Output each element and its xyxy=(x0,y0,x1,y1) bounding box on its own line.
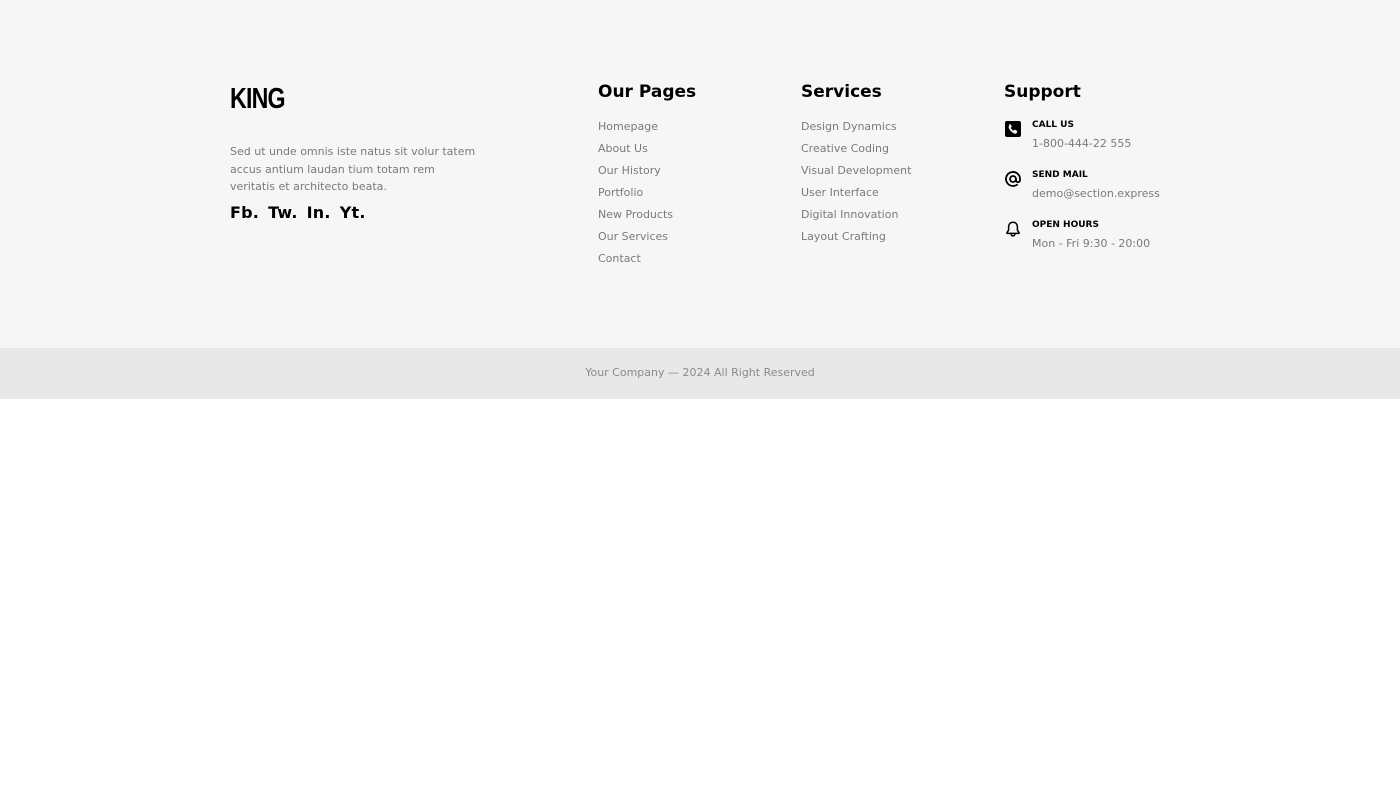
brand-logo[interactable]: KING xyxy=(230,84,286,114)
copyright-bar: Your Company — 2024 All Right Reserved xyxy=(0,348,1400,399)
social-link-youtube[interactable]: Yt. xyxy=(340,203,366,222)
pages-link-contact[interactable]: Contact xyxy=(598,252,641,265)
pages-link-portfolio[interactable]: Portfolio xyxy=(598,186,643,199)
email-address[interactable]: demo@section.express xyxy=(1032,187,1160,200)
pages-link-our-history[interactable]: Our History xyxy=(598,164,661,177)
services-title: Services xyxy=(801,82,882,102)
pages-link-our-services[interactable]: Our Services xyxy=(598,230,668,243)
social-link-twitter[interactable]: Tw. xyxy=(268,203,298,222)
services-link-digital-innovation[interactable]: Digital Innovation xyxy=(801,208,898,221)
copyright-text: Your Company — 2024 All Right Reserved xyxy=(585,366,815,379)
services-links: Design Dynamics Creative Coding Visual D… xyxy=(801,117,911,249)
phone-number[interactable]: 1-800-444-22 555 xyxy=(1032,137,1131,150)
services-link-visual-development[interactable]: Visual Development xyxy=(801,164,911,177)
send-mail-label: SEND MAIL xyxy=(1032,170,1088,180)
brand-description: Sed ut unde omnis iste natus sit volur t… xyxy=(230,145,476,193)
pages-links: Homepage About Us Our History Portfolio … xyxy=(598,117,673,271)
call-us-label: CALL US xyxy=(1032,120,1074,130)
support-item-hours: OPEN HOURS Mon - Fri 9:30 - 20:00 xyxy=(1004,218,1224,258)
services-link-creative-coding[interactable]: Creative Coding xyxy=(801,142,889,155)
phone-icon xyxy=(1004,120,1022,138)
pages-title: Our Pages xyxy=(598,82,697,102)
support-item-mail[interactable]: SEND MAIL demo@section.express xyxy=(1004,168,1224,208)
support-item-call[interactable]: CALL US 1-800-444-22 555 xyxy=(1004,118,1224,158)
site-footer: KING Sed ut unde omnis iste natus sit vo… xyxy=(0,0,1400,348)
opening-hours: Mon - Fri 9:30 - 20:00 xyxy=(1032,237,1151,250)
social-links: Fb. Tw. In. Yt. xyxy=(230,203,366,222)
pages-link-about-us[interactable]: About Us xyxy=(598,142,648,155)
bell-icon xyxy=(1004,220,1022,238)
services-link-user-interface[interactable]: User Interface xyxy=(801,186,879,199)
pages-link-new-products[interactable]: New Products xyxy=(598,208,673,221)
open-hours-label: OPEN HOURS xyxy=(1032,220,1099,230)
services-link-layout-crafting[interactable]: Layout Crafting xyxy=(801,230,886,243)
social-link-facebook[interactable]: Fb. xyxy=(230,203,259,222)
services-link-design-dynamics[interactable]: Design Dynamics xyxy=(801,120,897,133)
social-link-linkedin[interactable]: In. xyxy=(307,203,331,222)
support-title: Support xyxy=(1004,82,1081,102)
pages-link-homepage[interactable]: Homepage xyxy=(598,120,658,133)
at-icon xyxy=(1004,170,1022,188)
